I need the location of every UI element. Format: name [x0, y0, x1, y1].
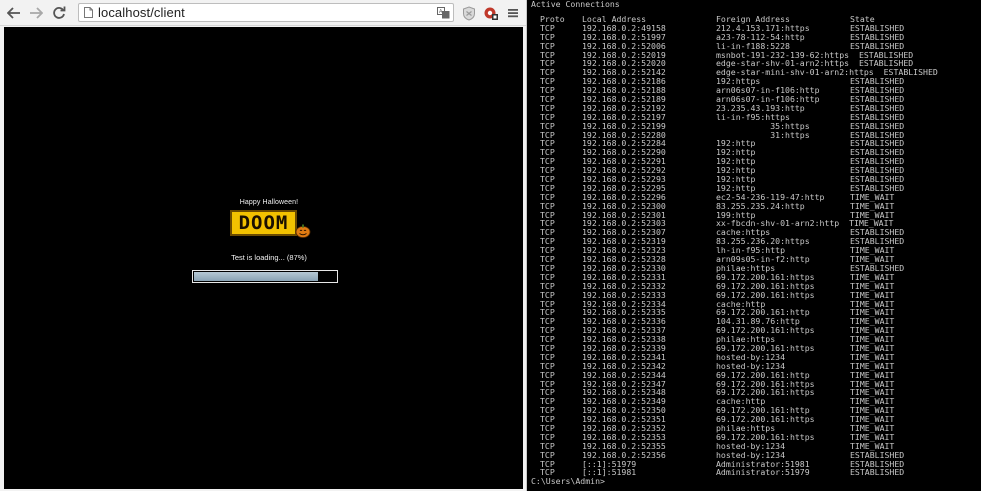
- pumpkin-icon: [295, 224, 311, 238]
- adblock-extension-button[interactable]: [459, 3, 479, 23]
- menu-button[interactable]: [503, 3, 523, 23]
- shield-icon: [463, 5, 475, 21]
- console-title: Active Connections: [531, 0, 620, 9]
- address-bar[interactable]: localhost/client A: [78, 3, 454, 22]
- forward-button[interactable]: [26, 3, 46, 23]
- connection-rows: TCP 192.168.0.2:49158 212.4.153.171:https E…: [527, 23, 981, 478]
- reload-button[interactable]: [49, 3, 69, 23]
- extension-button[interactable]: [481, 3, 501, 23]
- translate-icon[interactable]: A: [436, 6, 450, 19]
- doom-logo: DOOM: [230, 210, 297, 236]
- connections-table: Proto Local Address Foreign Address Stat…: [527, 15, 981, 477]
- loading-progress-bar: [192, 270, 338, 283]
- loading-status: Test is loading... (87%): [231, 253, 307, 262]
- command-prompt[interactable]: C:\Users\Admin>: [531, 477, 605, 486]
- browser-window: localhost/client A Happy Halloween! DOOM…: [0, 0, 527, 491]
- arrow-left-icon: [7, 7, 20, 19]
- reload-icon: [53, 6, 66, 19]
- cell-state: ESTABLISHED: [850, 467, 905, 478]
- command-prompt-window[interactable]: Active Connections Proto Local Address F…: [527, 0, 981, 491]
- desktop: localhost/client A Happy Halloween! DOOM…: [0, 0, 981, 491]
- progress-fill: [194, 272, 318, 281]
- record-extension-icon: [484, 7, 498, 20]
- halloween-banner: Happy Halloween!: [239, 199, 299, 206]
- hamburger-menu-icon: [508, 9, 518, 18]
- cell-foreign-address: Administrator:51979: [716, 467, 810, 478]
- page-viewport[interactable]: Happy Halloween! DOOM Test is loading...…: [4, 27, 523, 489]
- back-button[interactable]: [4, 3, 24, 23]
- arrow-right-icon: [30, 7, 43, 19]
- browser-toolbar: localhost/client A: [0, 0, 526, 26]
- page-icon: [84, 7, 93, 18]
- url-text: localhost/client: [98, 5, 185, 20]
- svg-text:A: A: [439, 9, 443, 15]
